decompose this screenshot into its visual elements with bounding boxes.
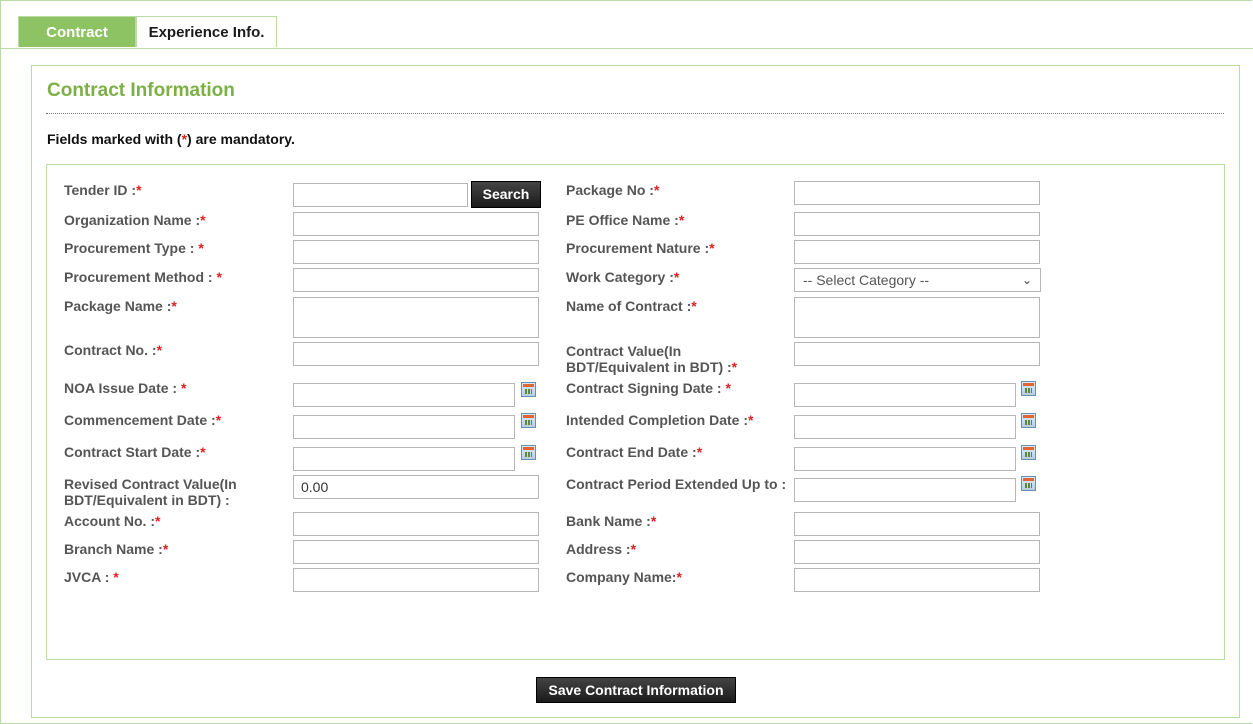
commencement-date-input[interactable]	[293, 415, 515, 439]
mandatory-note-text: Fields marked with (	[47, 131, 182, 147]
calendar-icon[interactable]	[521, 445, 536, 460]
mandatory-note-text-end: ) are mandatory.	[187, 131, 295, 147]
label-procurement-nature: Procurement Nature :*	[566, 240, 715, 256]
label-pe-office-name: PE Office Name :*	[566, 212, 685, 228]
revised-contract-value-input[interactable]	[293, 475, 539, 499]
package-name-textarea[interactable]	[293, 297, 539, 338]
contract-start-date-input[interactable]	[293, 447, 515, 471]
tab-experience-info[interactable]: Experience Info.	[136, 16, 277, 47]
label-company-name: Company Name:*	[566, 569, 682, 585]
label-bank-name: Bank Name :*	[566, 513, 657, 529]
tab-bar: Contract Info. Experience Info.	[18, 16, 277, 72]
procurement-type-input[interactable]	[293, 240, 539, 264]
label-tender-id: Tender ID :*	[64, 182, 142, 198]
calendar-icon[interactable]	[1021, 381, 1036, 396]
contract-value-input[interactable]	[794, 342, 1040, 366]
contract-no-input[interactable]	[293, 342, 539, 366]
label-package-name: Package Name :*	[64, 298, 177, 314]
label-package-no: Package No :*	[566, 182, 660, 198]
work-category-selected: -- Select Category --	[803, 272, 930, 288]
label-contract-period-extended: Contract Period Extended Up to :	[566, 476, 787, 492]
tab-contract-info[interactable]: Contract Info.	[18, 16, 136, 72]
branch-name-input[interactable]	[293, 540, 539, 564]
tender-id-input[interactable]	[293, 183, 468, 207]
calendar-icon[interactable]	[1021, 413, 1036, 428]
label-organization-name: Organization Name :*	[64, 212, 206, 228]
label-address: Address :*	[566, 541, 637, 557]
section-title: Contract Information	[47, 80, 235, 101]
mandatory-note: Fields marked with (*) are mandatory.	[47, 131, 295, 147]
calendar-icon[interactable]	[1021, 476, 1036, 491]
noa-issue-date-input[interactable]	[293, 383, 515, 407]
package-no-input[interactable]	[794, 181, 1040, 205]
account-no-input[interactable]	[293, 512, 539, 536]
company-name-input[interactable]	[794, 568, 1040, 592]
intended-completion-date-input[interactable]	[794, 415, 1016, 439]
label-contract-end-date: Contract End Date :*	[566, 444, 703, 460]
label-jvca: JVCA : *	[64, 569, 119, 585]
label-revised-contract-value: Revised Contract Value(In BDT/Equivalent…	[64, 476, 237, 508]
label-work-category: Work Category :*	[566, 269, 680, 285]
organization-name-input[interactable]	[293, 212, 539, 236]
procurement-method-input[interactable]	[293, 268, 539, 292]
contract-end-date-input[interactable]	[794, 447, 1016, 471]
contract-signing-date-input[interactable]	[794, 383, 1016, 407]
bank-name-input[interactable]	[794, 512, 1040, 536]
pe-office-name-input[interactable]	[794, 212, 1040, 236]
label-intended-completion-date: Intended Completion Date :*	[566, 412, 754, 428]
contract-period-extended-input[interactable]	[794, 478, 1016, 502]
work-category-select[interactable]: -- Select Category -- ⌄	[794, 268, 1041, 292]
procurement-nature-input[interactable]	[794, 240, 1040, 264]
label-contract-signing-date: Contract Signing Date : *	[566, 380, 731, 396]
label-procurement-type: Procurement Type : *	[64, 240, 204, 256]
label-commencement-date: Commencement Date :*	[64, 412, 222, 428]
label-account-no: Account No. :*	[64, 513, 161, 529]
label-name-of-contract: Name of Contract :*	[566, 298, 697, 314]
label-noa-issue-date: NOA Issue Date : *	[64, 380, 187, 396]
calendar-icon[interactable]	[521, 413, 536, 428]
calendar-icon[interactable]	[521, 382, 536, 397]
label-contract-no: Contract No. :*	[64, 342, 163, 358]
label-procurement-method: Procurement Method : *	[64, 269, 222, 285]
save-contract-information-button[interactable]: Save Contract Information	[536, 677, 736, 703]
label-contract-start-date: Contract Start Date :*	[64, 444, 206, 460]
address-input[interactable]	[794, 540, 1040, 564]
tab-divider	[0, 48, 1253, 49]
label-branch-name: Branch Name :*	[64, 541, 169, 557]
search-button[interactable]: Search	[471, 181, 541, 208]
calendar-icon[interactable]	[1021, 445, 1036, 460]
name-of-contract-textarea[interactable]	[794, 297, 1040, 338]
chevron-down-icon: ⌄	[1021, 273, 1032, 287]
label-contract-value: Contract Value(In BDT/Equivalent in BDT)…	[566, 343, 738, 375]
jvca-input[interactable]	[293, 568, 539, 592]
section-divider	[46, 113, 1224, 114]
